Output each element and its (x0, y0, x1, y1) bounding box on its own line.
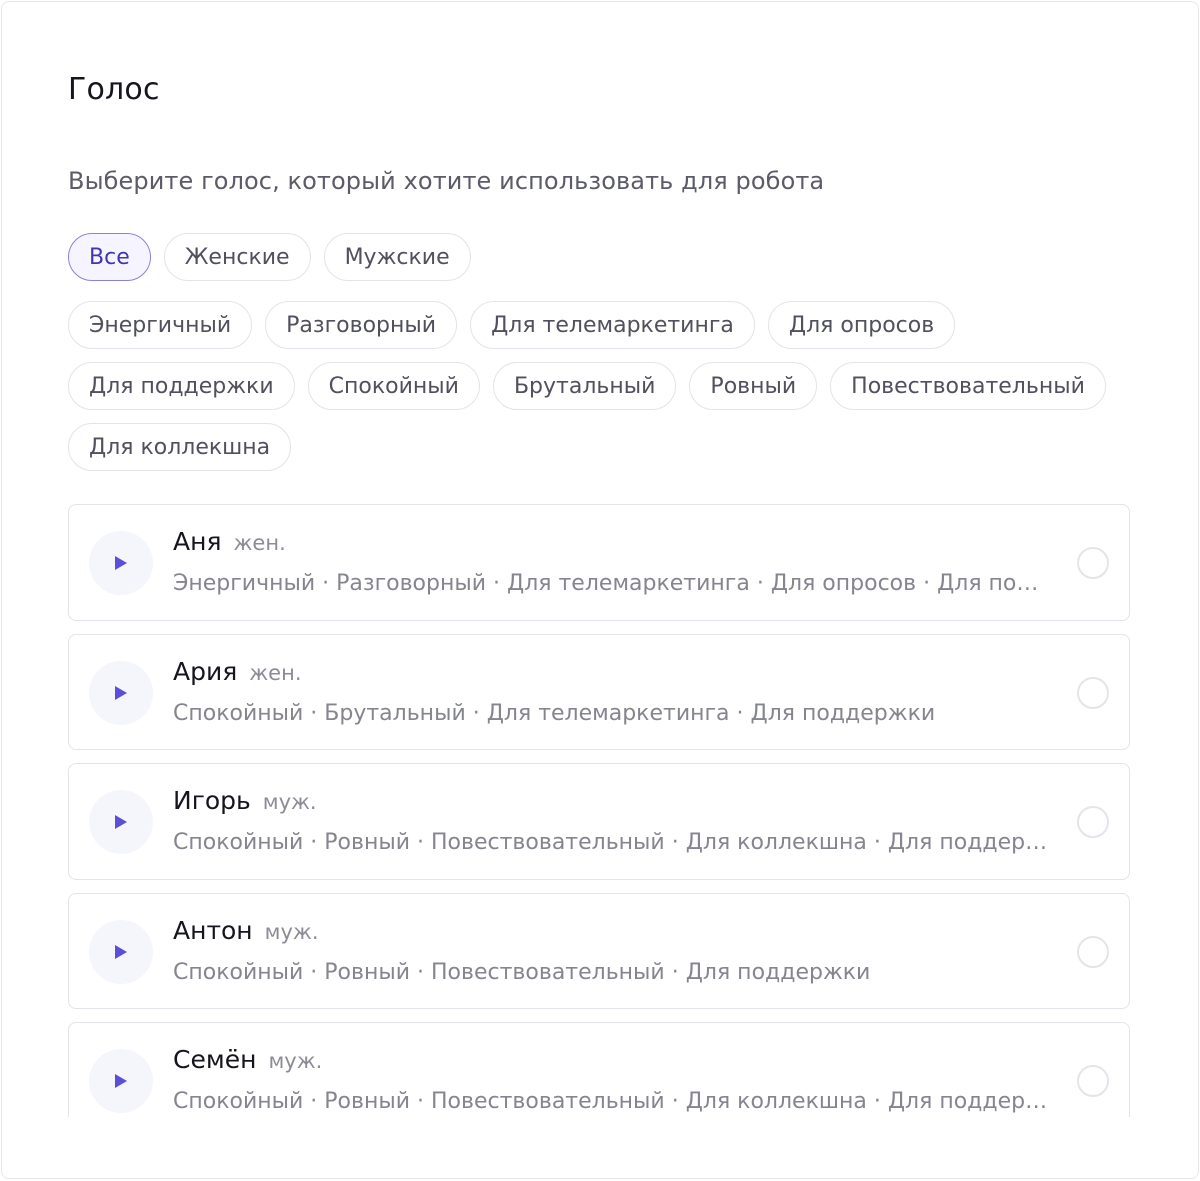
filter-chip-male[interactable]: Мужские (323, 233, 471, 281)
tag-chip-conversational[interactable]: Разговорный (265, 301, 458, 349)
voice-header: Антон муж. (173, 916, 319, 945)
filter-chip-all[interactable]: Все (68, 233, 151, 281)
voice-header: Ария жен. (173, 657, 302, 686)
tag-chip-calm[interactable]: Спокойный (307, 362, 480, 410)
tag-filter-row: Энергичный Разговорный Для телемаркетинг… (68, 301, 956, 349)
voice-name: Антон (173, 916, 253, 945)
tag-filter-row: Для поддержки Спокойный Брутальный Ровны… (68, 362, 1106, 410)
play-icon (115, 686, 127, 700)
tag-chip-surveys[interactable]: Для опросов (767, 301, 956, 349)
voice-tags: Спокойный · Брутальный · Для телемаркети… (173, 701, 936, 726)
voice-gender: муж. (264, 920, 319, 944)
play-icon (115, 556, 127, 570)
play-button[interactable] (89, 661, 153, 725)
voice-tags: Спокойный · Ровный · Повествовательный ·… (173, 960, 871, 985)
voice-name: Аня (173, 527, 222, 556)
play-button[interactable] (89, 920, 153, 984)
filter-chip-female[interactable]: Женские (163, 233, 311, 281)
voice-settings-card: Голос Выберите голос, который хотите исп… (1, 1, 1199, 1179)
voice-gender: муж. (262, 790, 317, 814)
voice-item[interactable]: Антон муж. Спокойный · Ровный · Повество… (68, 893, 1130, 1009)
tag-chip-support[interactable]: Для поддержки (68, 362, 295, 410)
play-button[interactable] (89, 790, 153, 854)
voice-tags: Энергичный · Разговорный · Для телемарке… (173, 571, 1053, 596)
play-button[interactable] (89, 1049, 153, 1113)
voice-gender: муж. (268, 1049, 323, 1073)
voice-item[interactable]: Игорь муж. Спокойный · Ровный · Повество… (68, 763, 1130, 880)
voice-header: Аня жен. (173, 527, 286, 556)
voice-header: Игорь муж. (173, 786, 317, 815)
radio-button[interactable] (1077, 936, 1109, 968)
tag-filter-row: Для коллекшна (68, 423, 292, 471)
voice-item[interactable]: Ария жен. Спокойный · Брутальный · Для т… (68, 634, 1130, 750)
voice-gender: жен. (249, 661, 302, 685)
tag-chip-telemarketing[interactable]: Для телемаркетинга (470, 301, 755, 349)
voice-name: Игорь (173, 786, 251, 815)
voice-list: Аня жен. Энергичный · Разговорный · Для … (68, 504, 1130, 1117)
radio-button[interactable] (1077, 806, 1109, 838)
radio-button[interactable] (1077, 677, 1109, 709)
voice-tags: Спокойный · Ровный · Повествовательный ·… (173, 1089, 1053, 1114)
voice-name: Семён (173, 1045, 257, 1074)
tag-chip-even[interactable]: Ровный (689, 362, 818, 410)
gender-filter-group: Все Женские Мужские (68, 233, 471, 281)
voice-item[interactable]: Семён муж. Спокойный · Ровный · Повество… (68, 1022, 1130, 1117)
tag-chip-collection[interactable]: Для коллекшна (68, 423, 292, 471)
page-title: Голос (68, 72, 160, 107)
voice-gender: жен. (233, 531, 286, 555)
voice-name: Ария (173, 657, 238, 686)
voice-header: Семён муж. (173, 1045, 322, 1074)
tag-chip-energetic[interactable]: Энергичный (68, 301, 253, 349)
tag-chip-brutal[interactable]: Брутальный (492, 362, 677, 410)
page-subtitle: Выберите голос, который хотите использов… (68, 167, 825, 195)
play-button[interactable] (89, 531, 153, 595)
play-icon (115, 945, 127, 959)
play-icon (115, 815, 127, 829)
radio-button[interactable] (1077, 547, 1109, 579)
voice-tags: Спокойный · Ровный · Повествовательный ·… (173, 830, 1053, 855)
play-icon (115, 1074, 127, 1088)
tag-chip-narrative[interactable]: Повествовательный (830, 362, 1106, 410)
radio-button[interactable] (1077, 1065, 1109, 1097)
voice-item[interactable]: Аня жен. Энергичный · Разговорный · Для … (68, 504, 1130, 621)
